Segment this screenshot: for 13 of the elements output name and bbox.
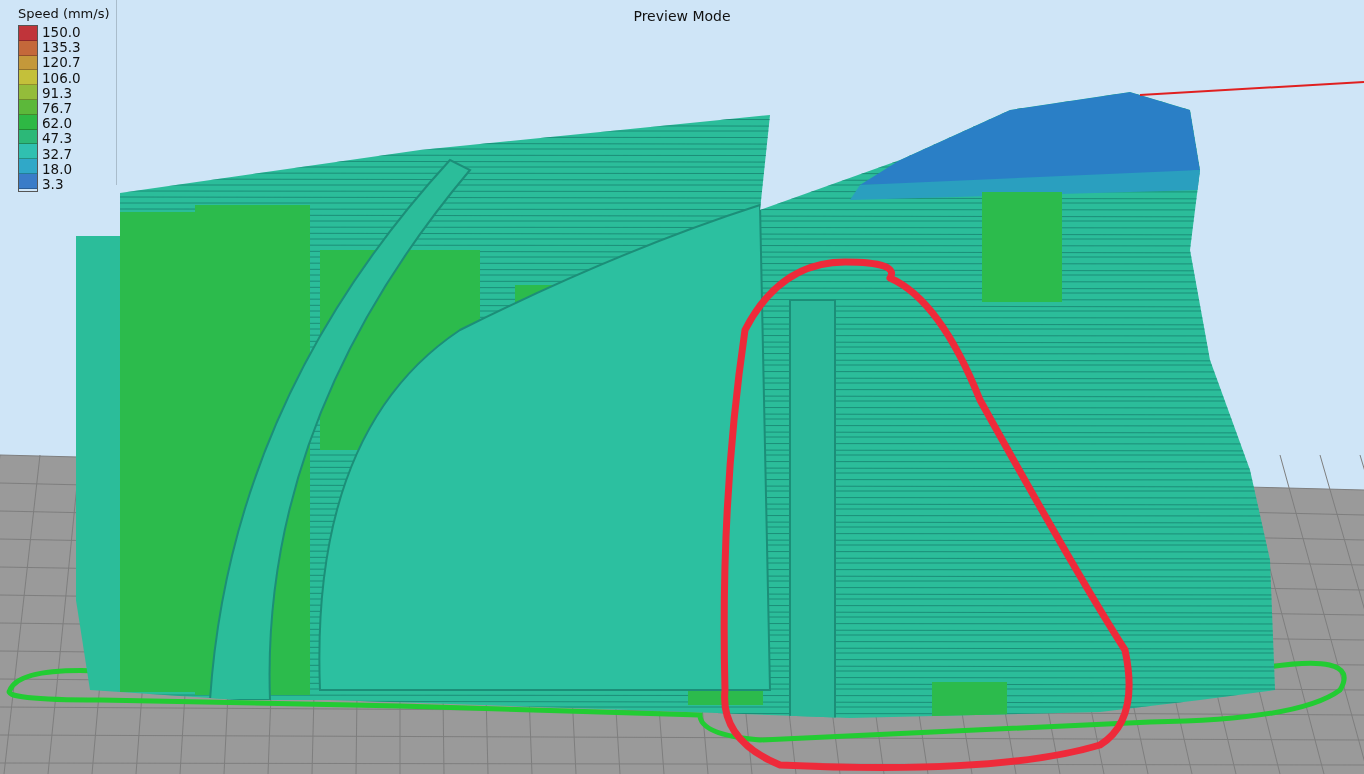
legend-value: 3.3 [42,176,65,193]
legend-value: 120.7 [42,55,81,71]
legend-value: 47.3 [42,131,74,147]
legend-value: 32.7 [42,146,74,162]
viewport-title: Preview Mode [633,8,731,24]
legend-value: 135.3 [42,40,81,56]
legend-value: 18.0 [42,161,74,177]
legend-value: 62.0 [42,116,74,132]
legend-value: 106.0 [42,70,81,86]
legend-title: Speed (mm/s) [18,6,111,21]
legend-value: 150.0 [42,25,81,41]
legend-value: 76.7 [42,100,74,117]
legend-value: 91.3 [42,85,74,101]
